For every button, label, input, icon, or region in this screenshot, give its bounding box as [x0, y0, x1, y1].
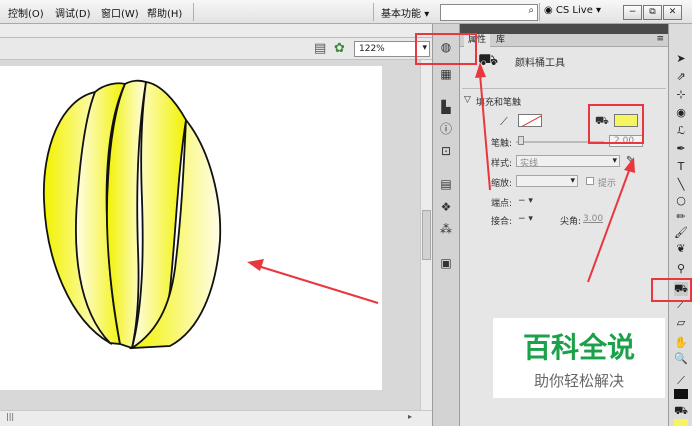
- zoom-icon[interactable]: 🔍: [674, 352, 688, 366]
- search-icon: ⌕: [528, 5, 534, 16]
- watermark-title: 百科全说: [522, 331, 635, 364]
- highlight-box: [651, 278, 692, 302]
- menu-divider: [539, 3, 540, 21]
- stroke-color-tool-icon[interactable]: ⟋: [674, 374, 688, 388]
- oval-icon[interactable]: ○: [674, 194, 688, 208]
- red-arrow: [257, 264, 379, 305]
- menu-divider: [373, 3, 374, 21]
- info-icon[interactable]: ⓘ: [438, 122, 454, 136]
- bone-icon[interactable]: ⚲: [674, 262, 688, 276]
- fill-color-chip[interactable]: [674, 419, 688, 426]
- brush-icon[interactable]: 🖌: [674, 226, 688, 240]
- starfruit-drawing: [43, 79, 379, 350]
- edit-bar: ▤ ✿ 122% ▾: [0, 38, 432, 60]
- highlight-box: [588, 104, 644, 144]
- workspace-switcher[interactable]: 基本功能 ▾: [381, 5, 429, 20]
- restore-button[interactable]: ⧉: [643, 5, 662, 20]
- red-arrow-head: [624, 157, 635, 173]
- cs-live-button[interactable]: ◉ CS Live ▾: [544, 5, 601, 16]
- line-icon[interactable]: ╲: [674, 178, 688, 192]
- menu-divider: [193, 3, 194, 21]
- watermark: 百科全说 助你轻松解决: [493, 318, 665, 398]
- help-search-input[interactable]: ⌕: [440, 4, 538, 21]
- document-tab-bar: [0, 24, 432, 38]
- tab-library[interactable]: 库: [492, 34, 509, 47]
- scroll-grip-icon: |||: [6, 412, 15, 421]
- eraser-icon[interactable]: ▱: [674, 316, 688, 330]
- vertical-scrollbar[interactable]: [420, 60, 432, 410]
- workspace-label: 基本功能: [381, 9, 421, 20]
- panel-menu-icon[interactable]: ≡: [656, 34, 664, 44]
- fill-color-tool-icon[interactable]: ⛟: [674, 404, 688, 418]
- panel-tabs: 属性 库 ≡: [460, 34, 668, 47]
- menu-bar: 控制(O) 调试(D) 窗口(W) 帮助(H) 基本功能 ▾ ⌕ ◉ CS Li…: [0, 0, 692, 24]
- annotation-arrows: [475, 62, 635, 283]
- panel-icon-strip: ◍ ▦ ▙ ⓘ ⊡ ▤ ❖ ⁂ ▣: [432, 24, 460, 426]
- menu-control[interactable]: 控制(O): [8, 5, 44, 20]
- cs-live-icon: ◉: [544, 5, 553, 16]
- chevron-down-icon: ▾: [596, 5, 602, 16]
- scroll-thumb[interactable]: [422, 210, 431, 260]
- selection-icon[interactable]: ➤: [674, 52, 688, 66]
- red-arrow: [587, 167, 631, 283]
- edit-symbols-icon[interactable]: ▤: [314, 41, 326, 56]
- cs-live-label: CS Live: [555, 5, 593, 16]
- swatches-icon[interactable]: ▦: [438, 67, 454, 81]
- motion-presets-icon[interactable]: ⁂: [438, 222, 454, 236]
- history-icon[interactable]: ▤: [438, 177, 454, 191]
- text-icon[interactable]: T: [674, 160, 688, 174]
- free-transform-icon[interactable]: ⊹: [674, 88, 688, 102]
- transform-icon[interactable]: ⊡: [438, 144, 454, 158]
- pencil-icon[interactable]: ✏: [674, 210, 688, 224]
- menu-help[interactable]: 帮助(H): [147, 5, 182, 20]
- components-icon[interactable]: ❖: [438, 200, 454, 214]
- lasso-icon[interactable]: ℒ: [674, 124, 688, 138]
- hand-icon[interactable]: ✋: [674, 336, 688, 350]
- stroke-color-chip[interactable]: [674, 389, 688, 399]
- 3d-rotation-icon[interactable]: ◉: [674, 106, 688, 120]
- red-arrow-head: [247, 259, 264, 271]
- library-panel-icon[interactable]: ▣: [438, 256, 454, 270]
- red-arrow: [479, 73, 491, 191]
- deco-icon[interactable]: ❦: [674, 242, 688, 256]
- zoom-value: 122%: [359, 44, 385, 54]
- edit-scene-icon[interactable]: ✿: [334, 41, 345, 56]
- close-button[interactable]: ✕: [663, 5, 682, 20]
- watermark-subtitle: 助你轻松解决: [533, 372, 624, 390]
- panel-header: [460, 24, 668, 34]
- menu-window[interactable]: 窗口(W): [101, 5, 139, 20]
- horizontal-scrollbar[interactable]: ||| ▸: [0, 410, 432, 426]
- scroll-right-icon[interactable]: ▸: [408, 412, 412, 421]
- pen-icon[interactable]: ✒: [674, 142, 688, 156]
- highlight-box: [415, 33, 477, 65]
- menu-debug[interactable]: 调试(D): [55, 5, 91, 20]
- align-icon[interactable]: ▙: [438, 100, 454, 114]
- subselection-icon[interactable]: ⇗: [674, 70, 688, 84]
- tools-panel: ➤ ⇗ ⊹ ◉ ℒ ✒ T ╲ ○ ✏ 🖌 ❦ ⚲ ⛟ ⟋ ▱ ✋ 🔍 ⟋ ⛟: [668, 24, 692, 426]
- chevron-down-icon: ▾: [424, 9, 430, 20]
- minimize-button[interactable]: −: [623, 5, 642, 20]
